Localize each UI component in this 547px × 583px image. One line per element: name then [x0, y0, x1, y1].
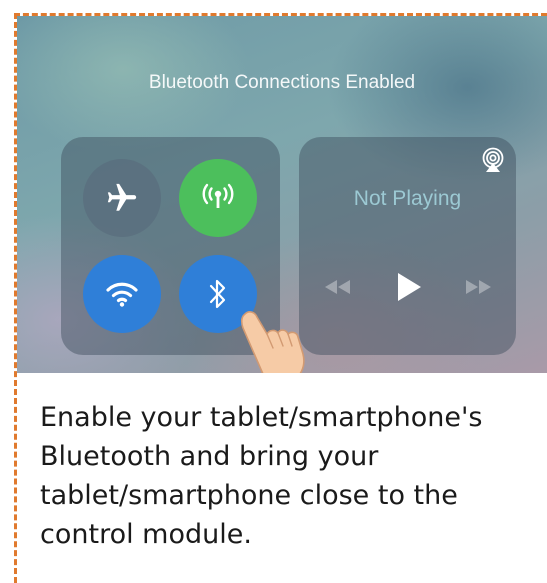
fast-forward-icon[interactable] [463, 277, 493, 297]
cellular-data-toggle[interactable] [179, 159, 257, 237]
now-playing-label: Not Playing [353, 187, 462, 210]
airplane-mode-toggle[interactable] [83, 159, 161, 237]
media-player-panel: Not Playing [299, 137, 516, 355]
rewind-icon[interactable] [323, 277, 353, 297]
instruction-text: Enable your tablet/smartphone's Bluetoot… [40, 402, 483, 550]
wifi-icon [106, 282, 138, 307]
airplay-icon[interactable] [480, 147, 506, 173]
pointing-hand-icon [240, 311, 305, 373]
wifi-toggle[interactable] [83, 255, 161, 333]
play-icon[interactable] [395, 271, 423, 303]
instruction-card: Bluetooth Connections Enabled Not Playin… [0, 0, 547, 583]
control-center-screenshot: Bluetooth Connections Enabled Not Playin… [17, 16, 547, 373]
status-message: Bluetooth Connections Enabled [148, 72, 416, 93]
bluetooth-icon [209, 279, 226, 309]
airplane-icon [107, 183, 137, 211]
cellular-antenna-icon [202, 183, 234, 208]
